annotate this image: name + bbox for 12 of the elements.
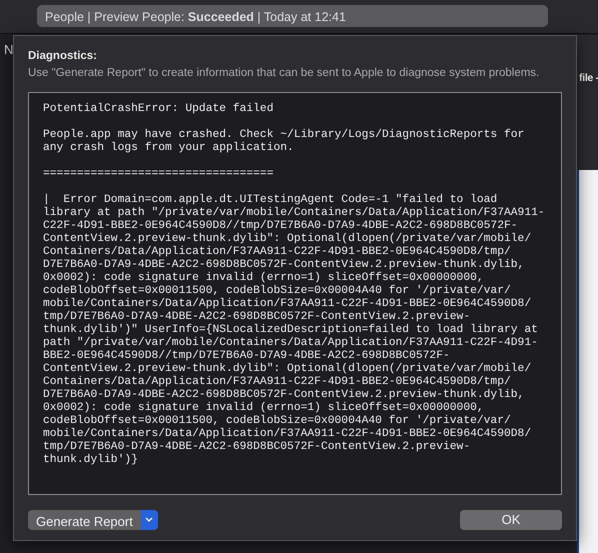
chevron-down-icon — [145, 517, 154, 522]
sidebar-text: N — [4, 41, 14, 59]
dialog-description: Use "Generate Report" to create information that can be sent to Apple to diagnose system problems. — [28, 66, 540, 82]
dialog-heading: Diagnostics: — [28, 49, 98, 64]
ok-button[interactable]: OK — [460, 510, 562, 530]
activity-status: People | Preview People: Succeeded | Today at 12:41 — [37, 5, 548, 27]
log-text: | Error Domain=com.apple.dt.UITestingAgent Code=-1 "failed to load library at path "/private/var/mobile/Containers/Data/Application/F37AA911- C22F-4D91-BBE2-0E964C4590D8//tmp/D7E7B6A0-D7A9-4DBE-A2C2-698D8BC0572F- ContentView.2.preview-thunk.dylib": Optional(dlopen(/private/var/mobile/ Containers/Data/Application/F37AA911-C22F-4D91-BBE2-0E964C4590D8/tmp/ D7E7B6A0-D7A9-4DBE-A2C2-698D8BC0572F-ContentView.2.preview-thunk.dylib, 0x0002): code signature invalid (errno=1) sliceOffset=0x00000000, codeBlobOffset=0x00011500, codeBlobSize=0x00004A40 for '/private/var/ mobile/Containers/Data/Application/F37AA911-C22F-4D91-BBE2-0E964C4590D8/ tmp/D7E7B6A0-D7A9-4DBE-A2C2-698D8BC0572F-ContentView.2.preview- thunk.dylib')" UserInfo={NSLocalizedDescription=failed to load library at path "/private/var/mobile/Containers/Data/Application/F37AA911-C22F-4D91- BBE2-0E964C4590D8//tmp/D7E7B6A0-D7A9-4DBE-A2C2-698D8BC0572F- ContentView.2.preview-thunk.dylib": Optional(dlopen(/private/var/mobile/ Containers/Data/Application/F37AA911-C22F-4D91-BBE2-0E964C4590D8/tmp/ D7E7B6A0-D7A9-4DBE-A2C2-698D8BC0572F-ContentView.2.preview-thunk.dylib, 0x0002): code signature invalid (errno=1) sliceOffset=0x00000000, codeBlobOffset=0x00011500, codeBlobSize=0x00004A40 for '/private/var/ mobile/Containers/Data/Application/F37AA911-C22F-4D91-BBE2-0E964C4590D8/ tmp/D7E7B6A0-D7A9-4DBE-A2C2-698D8BC0572F-ContentView.2.preview- thunk.dylib')} — [43, 194, 546, 466]
editor-text: file - — [579, 71, 598, 86]
log-text: People.app may have crashed. Check ~/Library/Logs/DiagnosticReports for any crash logs from your application. — [43, 128, 526, 154]
log-text: PotentialCrashError: Update failed — [43, 102, 274, 116]
log-text: ================================== — [43, 168, 274, 180]
generate-report-button[interactable]: Generate Report — [28, 510, 158, 530]
